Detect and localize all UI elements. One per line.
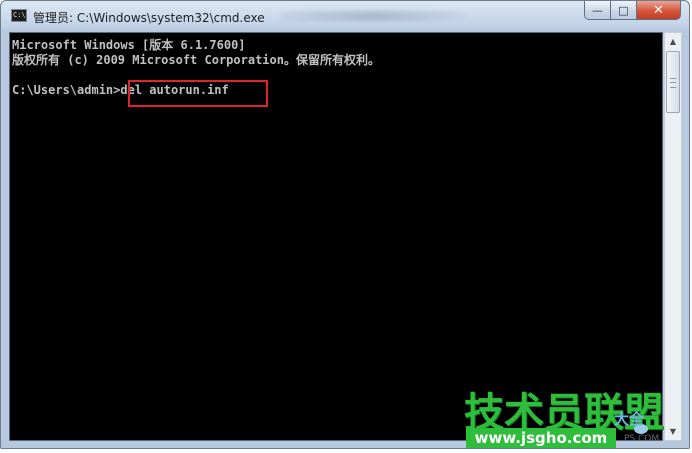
- close-icon: ✕: [653, 2, 664, 18]
- scroll-down-arrow-icon[interactable]: ▼: [666, 424, 680, 439]
- cmd-icon: C:\: [11, 9, 27, 22]
- cmd-window: C:\ 管理员: C:\Windows\system32\cmd.exe — □…: [0, 0, 690, 449]
- title-bar[interactable]: C:\ 管理员: C:\Windows\system32\cmd.exe — □…: [1, 1, 689, 31]
- scroll-thumb[interactable]: [666, 51, 680, 113]
- blurred-title-overlay: [281, 11, 466, 21]
- window-title: 管理员: C:\Windows\system32\cmd.exe: [33, 11, 265, 25]
- command-highlight-box: [128, 80, 268, 107]
- console-line-command: C:\Users\admin>del autorun.inf: [12, 83, 229, 97]
- window-controls: — □ ✕: [584, 1, 681, 21]
- scroll-up-arrow-icon[interactable]: ▲: [666, 34, 680, 49]
- console-output[interactable]: Microsoft Windows [版本 6.1.7600] 版权所有 (c)…: [9, 32, 663, 441]
- minimize-button[interactable]: —: [584, 1, 611, 20]
- minimize-icon: —: [592, 3, 603, 17]
- vertical-scrollbar[interactable]: ▲ ▼: [664, 32, 682, 441]
- close-button[interactable]: ✕: [637, 1, 681, 20]
- console-line-copyright: 版权所有 (c) 2009 Microsoft Corporation。保留所有…: [12, 53, 380, 67]
- maximize-button[interactable]: □: [611, 1, 637, 20]
- console-line-version: Microsoft Windows [版本 6.1.7600]: [12, 38, 246, 52]
- scroll-grip-icon: [670, 78, 676, 88]
- maximize-icon: □: [618, 3, 629, 17]
